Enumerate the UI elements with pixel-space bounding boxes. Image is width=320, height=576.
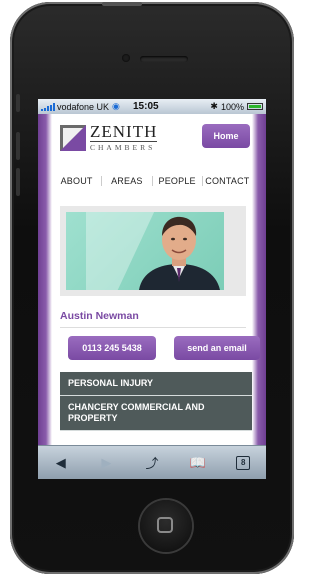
safari-toolbar: ◀ ▶ ⤴ 📖 8 [38, 445, 266, 479]
main-nav: ABOUT AREAS PEOPLE CONTACT [52, 170, 252, 192]
tabs-count-icon: 8 [236, 455, 251, 470]
site-header: ZENITH CHAMBERS Home [52, 114, 252, 158]
tabs-button[interactable]: 8 [228, 452, 258, 474]
wifi-icon: ◉ [112, 101, 120, 111]
share-icon[interactable]: ⤴ [137, 452, 167, 474]
nav-item-people[interactable]: PEOPLE [151, 176, 202, 186]
bluetooth-icon: ✱ [210, 101, 218, 111]
volume-up-button[interactable] [16, 132, 20, 160]
status-bar: vodafone UK ◉ 15:05 ✱ 100% [38, 99, 266, 114]
home-button[interactable] [140, 500, 192, 552]
logo-subtitle: CHAMBERS [90, 141, 158, 152]
nav-item-contact[interactable]: CONTACT [201, 176, 252, 186]
person-name: Austin Newman [60, 310, 139, 322]
mute-switch[interactable] [16, 94, 20, 112]
phone-screen: vodafone UK ◉ 15:05 ✱ 100% ZENITH CHAMBE… [38, 99, 266, 479]
profile-photo-card [60, 206, 246, 296]
list-item[interactable]: CHANCERY COMMERCIAL AND PROPERTY [60, 396, 252, 431]
power-button[interactable] [102, 2, 142, 6]
bookmarks-book-icon[interactable]: 📖 [183, 452, 213, 474]
person-portrait-icon [139, 216, 220, 290]
battery-icon [247, 103, 263, 110]
nav-item-areas[interactable]: AREAS [101, 176, 151, 186]
carrier-name: vodafone UK [57, 101, 110, 112]
forward-arrow-icon[interactable]: ▶ [91, 452, 121, 474]
logo-name: ZENITH [90, 122, 158, 141]
home-square-icon [157, 517, 173, 533]
signal-strength-icon [41, 102, 55, 111]
profile-photo [66, 212, 224, 290]
volume-down-button[interactable] [16, 168, 20, 196]
status-time: 15:05 [133, 101, 159, 112]
back-arrow-icon[interactable]: ◀ [46, 452, 76, 474]
zenith-logo[interactable]: ZENITH CHAMBERS [60, 122, 158, 152]
practice-areas-list: PERSONAL INJURY CHANCERY COMMERCIAL AND … [60, 372, 252, 431]
earpiece-speaker [140, 56, 188, 62]
divider [60, 327, 246, 328]
front-camera [122, 54, 130, 62]
call-phone-button[interactable]: 0113 245 5438 [68, 336, 156, 360]
list-item[interactable]: PERSONAL INJURY [60, 372, 252, 396]
home-button[interactable]: Home [202, 124, 250, 148]
web-page[interactable]: ZENITH CHAMBERS Home ABOUT AREAS PEOPLE … [38, 114, 266, 446]
nav-item-about[interactable]: ABOUT [52, 176, 101, 186]
battery-percent: 100% [220, 101, 244, 112]
zenith-z-logo-icon [60, 125, 86, 151]
send-email-button[interactable]: send an email [174, 336, 260, 360]
